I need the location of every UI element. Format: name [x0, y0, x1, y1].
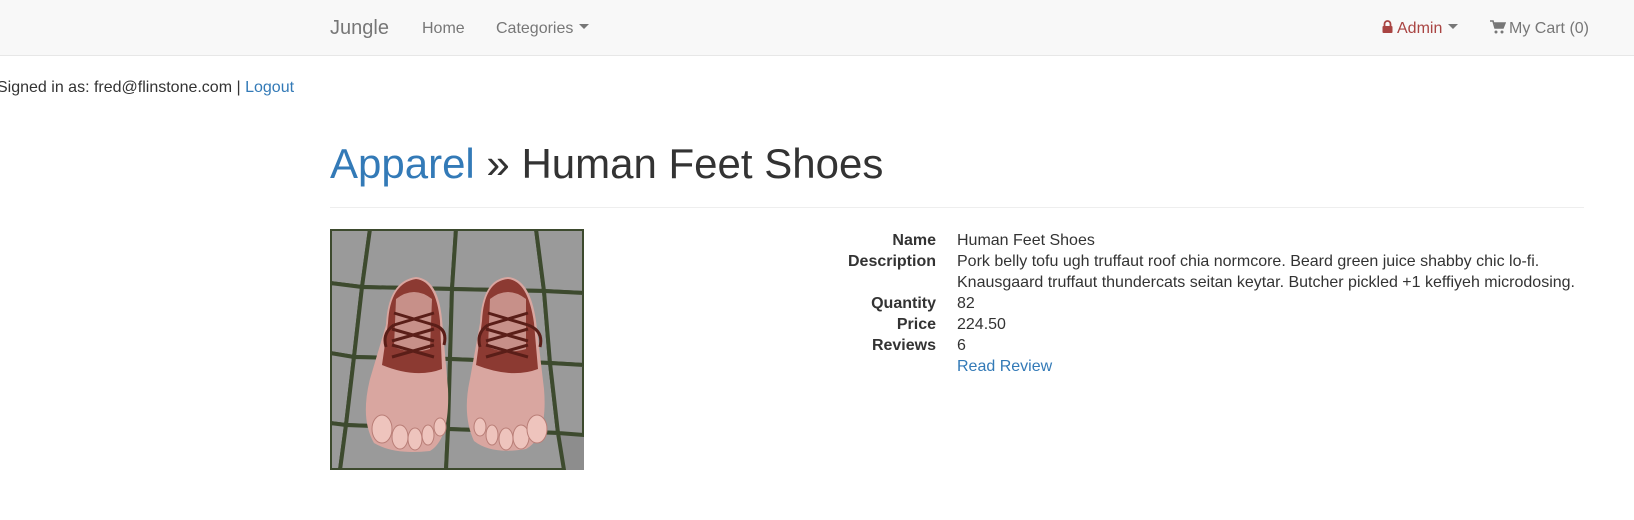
description-value: Pork belly tofu ugh truffaut roof chia n…	[957, 253, 1575, 291]
detail-row-reviews: Reviews 6	[750, 335, 1610, 356]
nav-cart-link[interactable]: My Cart (0)	[1490, 19, 1589, 39]
nav-categories-dropdown[interactable]: Categories	[496, 19, 590, 39]
detail-row-read-review: Read Review	[750, 356, 1610, 377]
breadcrumb-separator: »	[474, 140, 522, 187]
name-label: Name	[892, 232, 936, 249]
brand-link[interactable]: Jungle	[330, 16, 389, 40]
detail-row-quantity: Quantity 82	[750, 293, 1610, 314]
read-review-link[interactable]: Read Review	[957, 358, 1052, 375]
logout-link[interactable]: Logout	[245, 79, 294, 96]
nav-categories-label: Categories	[496, 20, 574, 37]
signin-status: Signed in as: fred@flinstone.com | Logou…	[0, 78, 294, 98]
lock-icon	[1382, 20, 1393, 34]
navbar: Jungle Home Categories Admin My Cart (0)	[0, 0, 1634, 56]
quantity-value: 82	[957, 295, 975, 312]
price-value: 224.50	[957, 316, 1006, 333]
product-title: Human Feet Shoes	[521, 140, 884, 187]
detail-row-price: Price 224.50	[750, 314, 1610, 335]
description-label: Description	[847, 253, 936, 270]
product-details: Name Human Feet Shoes Description Pork b…	[750, 230, 1610, 377]
nav-home-link[interactable]: Home	[422, 19, 465, 39]
category-breadcrumb-link[interactable]: Apparel	[330, 140, 475, 187]
quantity-label: Quantity	[871, 295, 936, 312]
page-title: Apparel » Human Feet Shoes	[330, 138, 1584, 190]
caret-down-icon	[579, 24, 590, 30]
nav-admin-dropdown[interactable]: Admin	[1382, 19, 1459, 39]
name-value: Human Feet Shoes	[957, 232, 1095, 249]
shopping-cart-icon	[1490, 19, 1506, 34]
signed-in-text: Signed in as: fred@flinstone.com |	[0, 79, 241, 96]
caret-down-icon	[1448, 24, 1459, 30]
reviews-value: 6	[957, 337, 966, 354]
detail-row-name: Name Human Feet Shoes	[750, 230, 1610, 251]
page-header: Apparel » Human Feet Shoes	[330, 138, 1584, 208]
nav-cart-label: My Cart (0)	[1509, 20, 1589, 37]
product-image	[330, 229, 584, 470]
price-label: Price	[896, 316, 936, 333]
human-feet-shoes-photo	[330, 229, 584, 470]
nav-admin-label: Admin	[1397, 20, 1443, 37]
read-review-spacer	[750, 356, 936, 377]
detail-row-description: Description Pork belly tofu ugh truffaut…	[750, 251, 1610, 293]
reviews-label: Reviews	[871, 337, 936, 354]
